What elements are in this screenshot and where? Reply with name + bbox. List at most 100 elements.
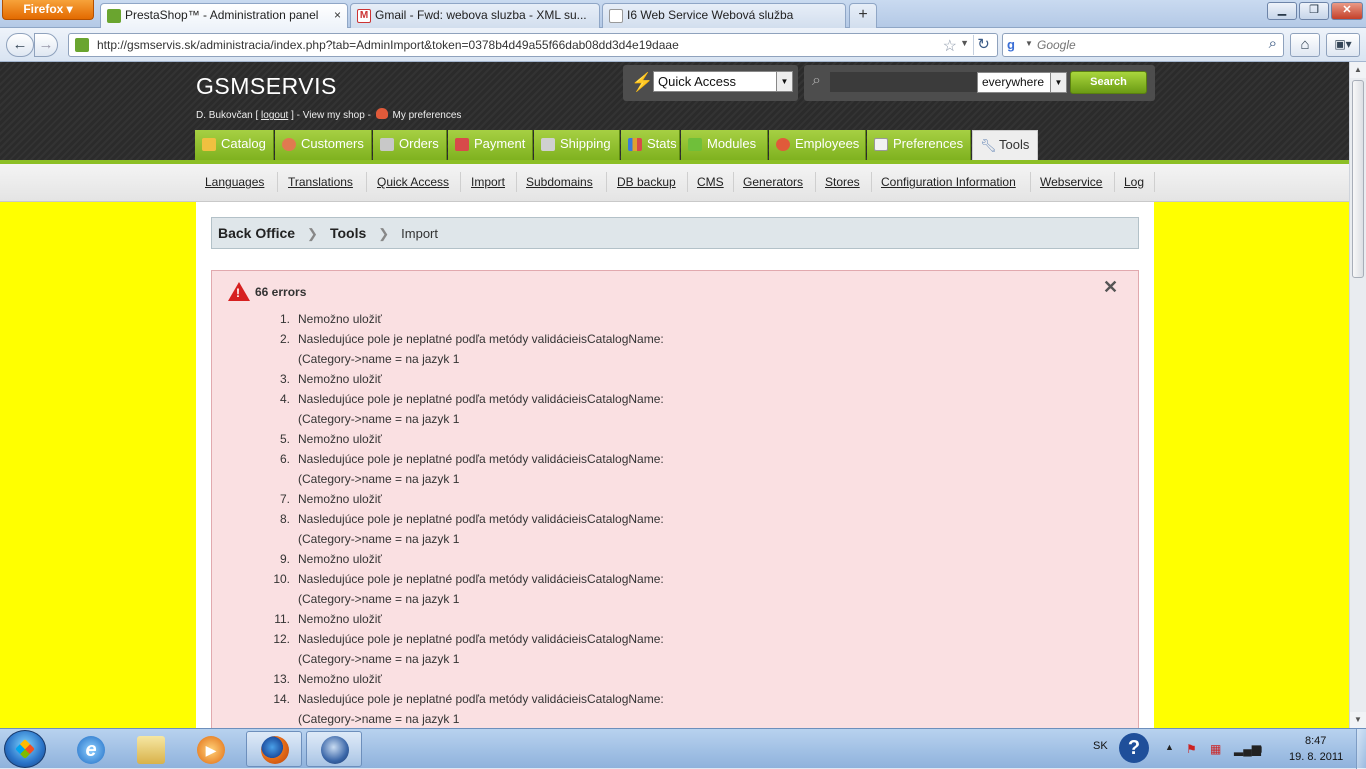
sub-subdomains[interactable]: Subdomains — [526, 175, 593, 189]
page-favicon-icon — [609, 9, 623, 23]
sub-translations[interactable]: Translations — [288, 175, 353, 189]
error-box: 66 errors ✕ 1. Nemožno uložiť 2. Nasledujú… — [211, 270, 1139, 728]
tab-employees[interactable]: Employees — [769, 130, 866, 160]
search-icon: ⌕ — [812, 72, 821, 89]
admin-search-input[interactable] — [830, 72, 978, 92]
sub-configuration-information[interactable]: Configuration Information — [881, 175, 1016, 189]
error-number: 12. — [273, 632, 290, 646]
browser-search-box[interactable]: g ▼ ⌕ — [1002, 33, 1284, 57]
taskbar-explorer[interactable] — [122, 731, 178, 767]
tab-shipping[interactable]: Shipping — [534, 130, 620, 160]
scroll-down-icon[interactable]: ▼ — [1350, 712, 1366, 728]
scrollbar-thumb[interactable] — [1352, 80, 1364, 278]
minimize-window-button[interactable]: ▁ — [1267, 2, 1297, 20]
view-shop-link[interactable]: ] - View my shop - — [291, 110, 371, 121]
sub-quick-access[interactable]: Quick Access — [377, 175, 449, 189]
breadcrumb-tools[interactable]: Tools — [330, 225, 366, 241]
search-icon[interactable]: ⌕ — [1269, 35, 1277, 52]
logout-link[interactable]: logout — [261, 110, 288, 121]
tab-catalog-label: Catalog — [221, 136, 266, 151]
error-text: Nasledujúce pole je neplatné podľa metód… — [298, 452, 664, 466]
sub-log[interactable]: Log — [1124, 175, 1144, 189]
engine-dropdown-icon[interactable]: ▼ — [1025, 39, 1033, 48]
close-tab-icon[interactable]: × — [334, 4, 341, 27]
tab-customers-label: Customers — [301, 136, 364, 151]
url-text[interactable]: http://gsmservis.sk/administracia/index.… — [97, 38, 679, 52]
tab-prestashop[interactable]: PrestaShop™ - Administration panel × — [100, 3, 348, 28]
tab-catalog[interactable]: Catalog — [195, 130, 274, 160]
show-desktop-button[interactable] — [1356, 729, 1366, 769]
taskbar-media-player[interactable]: ▶ — [182, 731, 238, 767]
error-item: 14. Nasledujúce pole je neplatné podľa me… — [262, 689, 962, 728]
maximize-window-button[interactable]: ❐ — [1299, 2, 1329, 20]
quick-access-select[interactable]: Quick Access ▼ — [653, 71, 793, 92]
language-indicator[interactable]: SK — [1093, 740, 1108, 752]
help-icon[interactable]: ? — [1119, 733, 1149, 763]
tab-customers[interactable]: Customers — [275, 130, 372, 160]
sub-webservice[interactable]: Webservice — [1040, 175, 1102, 189]
media-player-icon: ▶ — [197, 736, 225, 764]
addons-button[interactable]: ▣▾ — [1326, 33, 1360, 57]
breadcrumb-import: Import — [401, 226, 438, 241]
volume-icon[interactable]: 🔈︎ — [1258, 742, 1265, 757]
start-button[interactable] — [4, 730, 46, 768]
sub-db-backup[interactable]: DB backup — [617, 175, 676, 189]
tab-webservice[interactable]: I6 Web Service Webová služba — [602, 3, 846, 28]
sub-generators[interactable]: Generators — [743, 175, 803, 189]
firefox-menu-button[interactable]: Firefox ▾ — [2, 0, 94, 20]
sub-menu-divider — [871, 172, 872, 192]
taskbar-thunderbird[interactable] — [306, 731, 362, 767]
update-icon[interactable]: ▦ — [1210, 742, 1221, 756]
tab-shipping-label: Shipping — [560, 136, 611, 151]
tab-gmail[interactable]: M Gmail - Fwd: webova sluzba - XML su... — [350, 3, 600, 28]
my-preferences-link[interactable]: My preferences — [392, 110, 461, 121]
tab-modules[interactable]: Modules — [681, 130, 768, 160]
address-bar[interactable]: http://gsmservis.sk/administracia/index.… — [68, 33, 998, 57]
network-icon[interactable]: ▂▄▆ — [1234, 742, 1261, 756]
tab-stats[interactable]: Stats — [621, 130, 680, 160]
breadcrumb-back-office[interactable]: Back Office — [218, 225, 295, 241]
clock-time[interactable]: 8:47 — [1305, 735, 1326, 747]
tab-payment[interactable]: Payment — [448, 130, 533, 160]
bookmark-star-icon[interactable]: ☆ — [943, 36, 957, 56]
sub-languages[interactable]: Languages — [205, 175, 264, 189]
tab-orders[interactable]: Orders — [373, 130, 447, 160]
browser-search-input[interactable] — [1037, 36, 1257, 54]
chevron-down-icon: ▼ — [1050, 73, 1066, 92]
search-button[interactable]: Search — [1070, 71, 1147, 94]
sub-cms[interactable]: CMS — [697, 175, 724, 189]
reload-icon[interactable]: ↻ — [973, 35, 993, 55]
sub-stores[interactable]: Stores — [825, 175, 860, 189]
new-tab-button[interactable]: + — [849, 3, 877, 28]
search-scope-value: everywhere — [982, 75, 1045, 89]
tab-payment-label: Payment — [474, 136, 526, 151]
forward-button[interactable]: → — [34, 33, 58, 57]
clock-date[interactable]: 19. 8. 2011 — [1289, 751, 1343, 763]
thunderbird-icon — [321, 736, 349, 764]
show-hidden-icons-icon[interactable]: ▲ — [1165, 742, 1174, 752]
tab-preferences[interactable]: Preferences — [867, 130, 971, 160]
tab-employees-label: Employees — [795, 136, 860, 151]
back-button[interactable]: ← — [6, 33, 34, 57]
puzzle-icon: ▣▾ — [1334, 37, 1352, 51]
sub-import[interactable]: Import — [471, 175, 505, 189]
error-number: 3. — [279, 372, 290, 386]
taskbar-internet-explorer[interactable]: e — [62, 731, 118, 767]
close-icon[interactable]: ✕ — [1103, 277, 1118, 298]
site-identity-icon[interactable] — [75, 38, 89, 52]
error-number: 8. — [279, 512, 290, 526]
sub-menu-divider — [277, 172, 278, 192]
google-engine-icon[interactable]: g — [1007, 37, 1025, 53]
scroll-up-icon[interactable]: ▲ — [1350, 62, 1366, 78]
home-button[interactable]: ⌂ — [1290, 33, 1320, 57]
vertical-scrollbar[interactable]: ▲ ▼ — [1349, 62, 1366, 728]
error-item: 3. Nemožno uložiť — [262, 369, 962, 389]
tab-tools[interactable]: 🔧︎ Tools — [972, 130, 1038, 164]
search-scope-select[interactable]: everywhere ▼ — [977, 72, 1067, 93]
taskbar-firefox[interactable] — [246, 731, 302, 767]
close-window-button[interactable]: ✕ — [1331, 2, 1363, 20]
history-dropdown-icon[interactable]: ▼ — [960, 38, 969, 48]
admin-header: GSMSERVIS D. Bukovčan [ logout ] - View … — [0, 62, 1349, 164]
action-center-icon[interactable]: ⚑ — [1186, 742, 1197, 756]
tab-label: I6 Web Service Webová služba — [627, 8, 794, 22]
